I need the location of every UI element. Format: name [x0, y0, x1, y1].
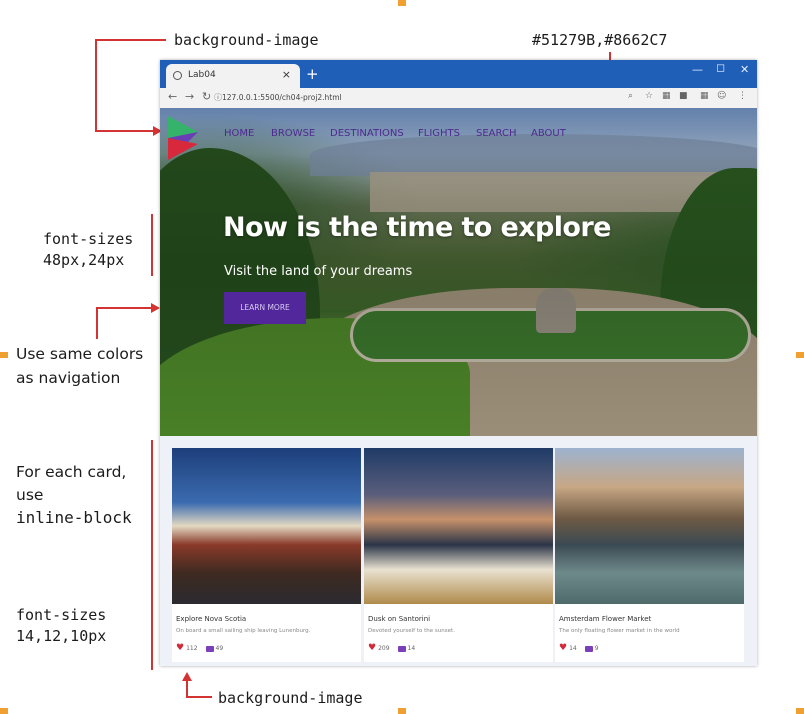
callout-card-layout-line1: For each card, [16, 463, 127, 481]
callout-card-layout-line2: use [16, 486, 44, 504]
nav-item-browse[interactable]: BROWSE [271, 128, 315, 139]
card-description: Devoted yourself to the sunset. [368, 628, 455, 634]
nav-item-about[interactable]: ABOUT [531, 128, 566, 139]
card-santorini[interactable]: Dusk on Santorini Devoted yourself to th… [364, 448, 553, 662]
heart-icon[interactable]: ♥ [176, 643, 184, 653]
callout-connector [96, 39, 166, 41]
callout-connector [186, 696, 212, 698]
likes-count: 112 [186, 645, 198, 652]
selection-handle [398, 0, 406, 6]
nav-item-search[interactable]: SEARCH [476, 128, 516, 139]
callout-button-colors-line2: as navigation [16, 369, 121, 387]
callout-button-colors-line1: Use same colors [16, 345, 144, 363]
callout-bracket [151, 440, 153, 670]
reload-icon[interactable]: ↻ [202, 90, 211, 103]
callout-nav-colors: #51279B,#8662C7 [532, 31, 668, 49]
callout-hero-font-sizes-values: 48px,24px [43, 251, 125, 269]
tab-close-icon[interactable]: × [282, 68, 291, 81]
nav-item-destinations[interactable]: DESTINATIONS [330, 128, 404, 139]
callout-card-layout-line3: inline-block [16, 508, 132, 527]
extension-icon[interactable]: ▦ [662, 91, 671, 101]
page-favicon-icon [173, 71, 182, 80]
selection-handle [0, 352, 8, 358]
browser-tab[interactable]: Lab04 × [166, 64, 300, 88]
site-logo-icon[interactable] [168, 114, 204, 162]
callout-hero-font-sizes-label: font-sizes [43, 230, 134, 248]
forward-icon[interactable]: → [185, 90, 194, 103]
menu-kebab-icon[interactable]: ⋮ [738, 91, 747, 101]
selection-handle [0, 708, 8, 714]
callout-arrow [151, 303, 160, 313]
zoom-icon[interactable]: ⌕ [628, 91, 633, 101]
selection-handle [796, 352, 804, 358]
callout-background-image-bottom: background-image [218, 689, 363, 707]
callout-card-font-sizes-values: 14,12,10px [16, 627, 107, 645]
card-title: Amsterdam Flower Market [559, 615, 652, 623]
profile-icon[interactable]: ☺ [717, 91, 726, 101]
callout-connector [95, 130, 153, 132]
card-amsterdam[interactable]: Amsterdam Flower Market The only floatin… [555, 448, 744, 662]
card-description: The only floating flower market in the w… [559, 628, 680, 634]
maximize-icon[interactable]: ◻ [716, 61, 725, 74]
close-icon[interactable]: ✕ [740, 63, 749, 76]
comments-count: 49 [215, 645, 224, 652]
card-image [172, 448, 361, 604]
callout-background-image-top: background-image [174, 31, 319, 49]
callout-bracket [151, 214, 153, 276]
comments-count: 14 [407, 645, 416, 652]
card-image [364, 448, 553, 604]
url-field[interactable]: 127.0.0.1:5500/ch04-proj2.html [222, 93, 342, 102]
card-stats: ♥ 112 49 [176, 643, 223, 653]
comment-icon[interactable] [584, 645, 593, 652]
new-tab-button[interactable]: + [306, 65, 319, 83]
card-stats: ♥ 14 9 [559, 643, 599, 653]
browser-titlebar: Lab04 × + — ◻ ✕ [160, 60, 757, 88]
address-bar: ← → ↻ ⓘ 127.0.0.1:5500/ch04-proj2.html ⌕… [160, 88, 757, 109]
callout-connector [96, 307, 98, 339]
likes-count: 209 [378, 645, 390, 652]
callout-card-font-sizes-label: font-sizes [16, 606, 107, 624]
heart-icon[interactable]: ♥ [559, 643, 567, 653]
selection-handle [398, 708, 406, 714]
comment-icon[interactable] [397, 645, 406, 652]
tab-title: Lab04 [188, 70, 216, 80]
callout-connector [95, 39, 97, 131]
extension-icon[interactable]: ▦ [700, 91, 709, 101]
extension-icon[interactable]: ■ [679, 91, 688, 101]
cards-section: Explore Nova Scotia On board a small sai… [160, 436, 757, 666]
nav-item-flights[interactable]: FLIGHTS [418, 128, 460, 139]
card-nova-scotia[interactable]: Explore Nova Scotia On board a small sai… [172, 448, 361, 662]
card-stats: ♥ 209 14 [368, 643, 415, 653]
back-icon[interactable]: ← [168, 90, 177, 103]
info-icon: ⓘ [214, 93, 222, 102]
bookmark-star-icon[interactable]: ☆ [645, 91, 653, 101]
card-title: Dusk on Santorini [368, 615, 431, 623]
likes-count: 14 [569, 645, 577, 652]
hero-subheading: Visit the land of your dreams [224, 264, 413, 279]
selection-handle [796, 708, 804, 714]
hero-section: HOME BROWSE DESTINATIONS FLIGHTS SEARCH … [160, 108, 757, 436]
comment-icon[interactable] [205, 645, 214, 652]
nav-item-home[interactable]: HOME [224, 128, 254, 139]
card-description: On board a small sailing ship leaving Lu… [176, 628, 311, 634]
heart-icon[interactable]: ♥ [368, 643, 376, 653]
callout-connector [96, 307, 152, 309]
minimize-icon[interactable]: — [692, 63, 703, 76]
comments-count: 9 [594, 645, 599, 652]
learn-more-button[interactable]: LEARN MORE [224, 292, 306, 324]
browser-window: Lab04 × + — ◻ ✕ ← → ↻ ⓘ 127.0.0.1:5500/c… [160, 60, 757, 666]
card-title: Explore Nova Scotia [176, 615, 247, 623]
card-image [555, 448, 744, 604]
hero-heading: Now is the time to explore [223, 212, 611, 243]
